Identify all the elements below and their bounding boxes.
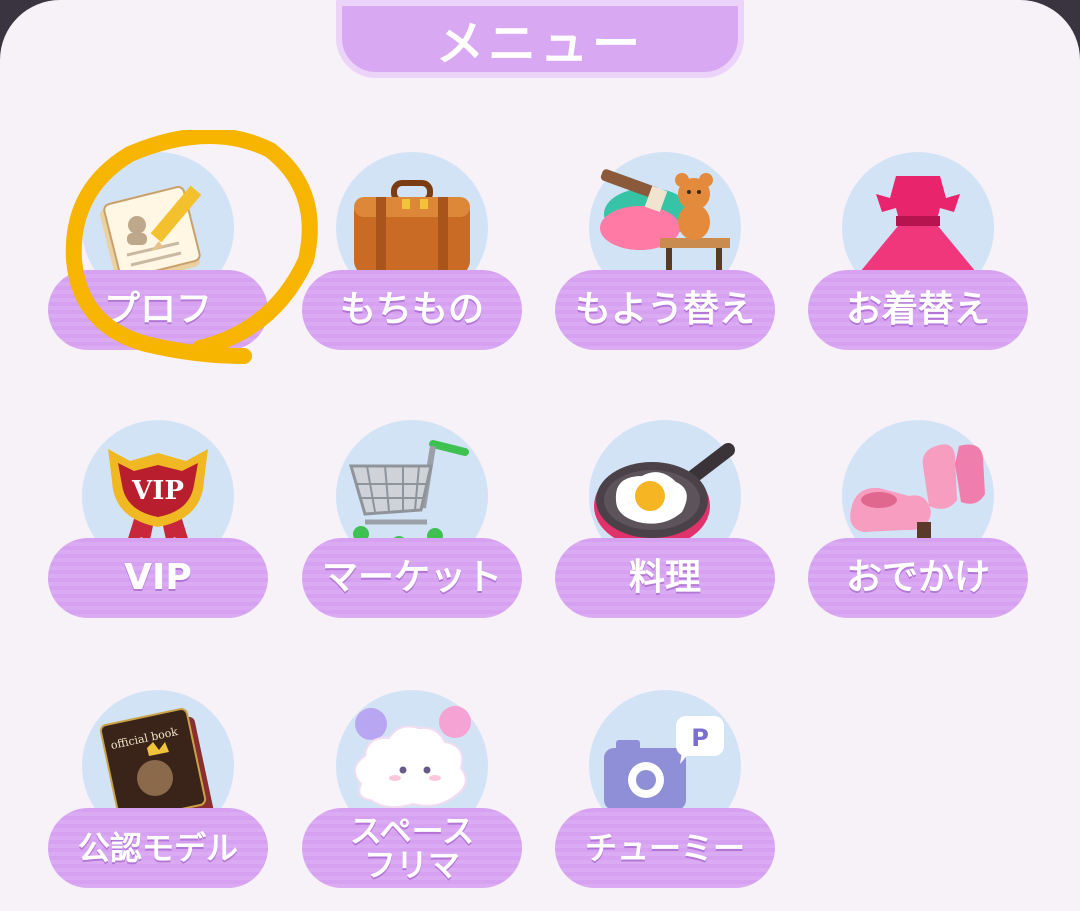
- menu-item-label: おでかけ: [808, 538, 1028, 618]
- menu-item-label: マーケット: [302, 538, 522, 618]
- menu-item-label: 料理: [555, 538, 775, 618]
- menu-item-label: 公認モデル: [48, 808, 268, 888]
- menu-item-label: スペース フリマ: [302, 808, 522, 888]
- menu-item-change-clothes[interactable]: お着替え: [808, 152, 1028, 352]
- menu-item-belongings[interactable]: もちもの: [302, 152, 522, 352]
- chumee-bubble-text: P: [691, 724, 709, 752]
- menu-item-cooking[interactable]: 料理: [555, 420, 775, 620]
- menu-item-official-model[interactable]: official book 公認モデル: [48, 690, 268, 890]
- menu-item-space-flea-market[interactable]: スペース フリマ: [302, 690, 522, 890]
- menu-item-market[interactable]: マーケット: [302, 420, 522, 620]
- menu-item-label: もちもの: [302, 270, 522, 350]
- menu-item-label: VIP: [48, 538, 268, 618]
- menu-item-label: チューミー: [555, 808, 775, 888]
- menu-item-redecorate[interactable]: もよう替え: [555, 152, 775, 352]
- highlight-circle-annotation: [65, 130, 318, 364]
- menu-item-label: もよう替え: [555, 270, 775, 350]
- menu-item-chumee[interactable]: P チューミー: [555, 690, 775, 890]
- menu-item-outing[interactable]: おでかけ: [808, 420, 1028, 620]
- menu-item-label: お着替え: [808, 270, 1028, 350]
- vip-badge-text: VIP: [131, 476, 184, 506]
- menu-item-vip[interactable]: VIP VIP: [48, 420, 268, 620]
- menu-title: メニュー: [336, 0, 744, 78]
